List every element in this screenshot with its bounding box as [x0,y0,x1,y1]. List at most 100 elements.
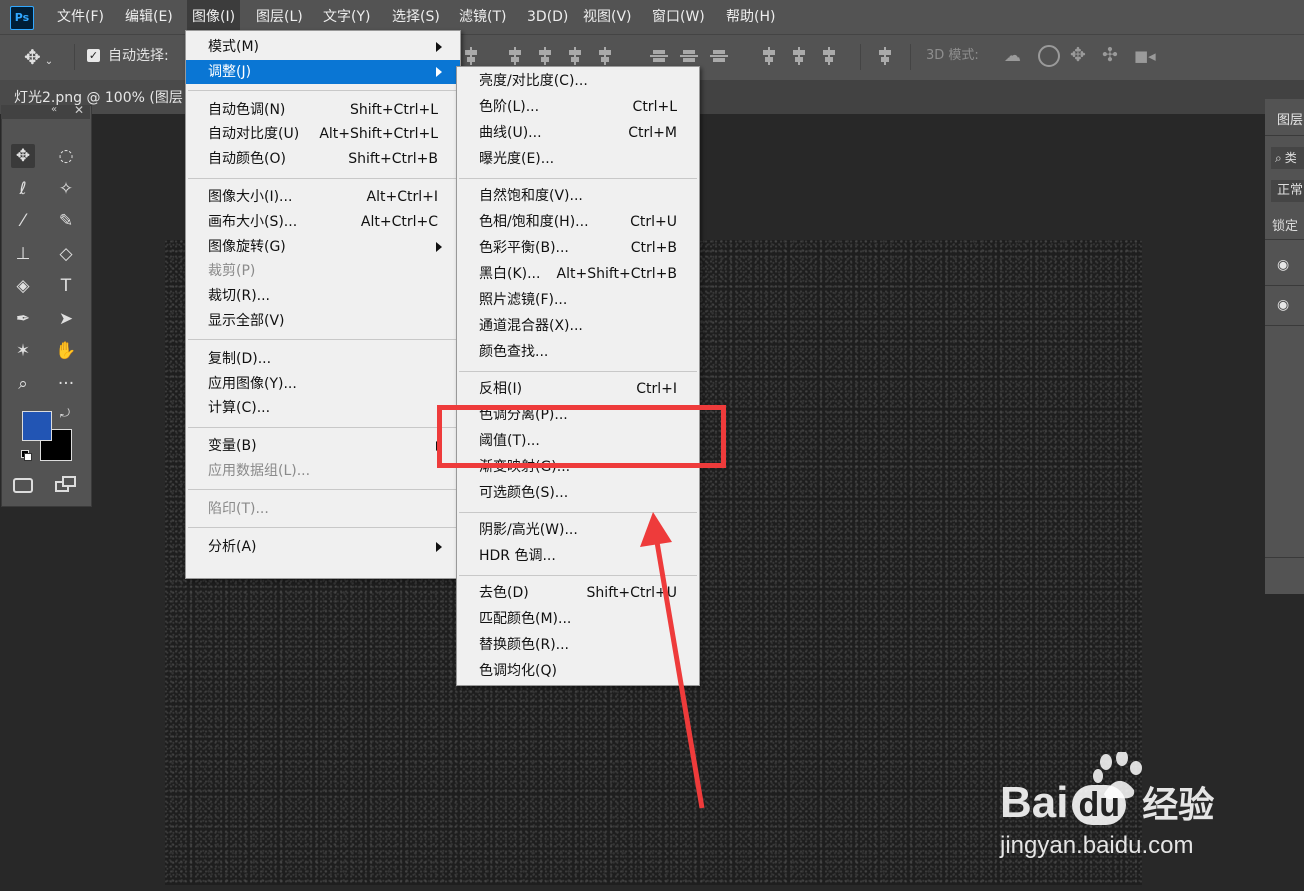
menu-item-label: 显示全部(V) [208,313,285,329]
3d-slide-icon[interactable]: ✣ [1102,44,1124,68]
stamp-tool-icon[interactable]: ⊥ [11,242,35,266]
swap-colors-icon[interactable]: ⤾ [60,406,70,421]
default-colors-icon[interactable] [21,450,32,461]
menu-item[interactable]: 图像(I) [187,0,241,34]
menu-item-label: 计算(C)... [208,400,271,417]
menu-item[interactable]: 亮度/对比度(C)... [479,69,677,93]
menu-item[interactable]: 帮助(H) [721,0,780,34]
watermark-url: jingyan.baidu.com [1000,832,1194,859]
menu-item[interactable]: 模式(M) [208,35,442,59]
magic-wand-tool-icon[interactable]: ✧ [54,177,78,201]
menu-item-label: 色阶(L)... [479,99,540,115]
menu-item[interactable]: 文字(Y) [318,0,375,34]
menu-separator [188,177,458,179]
path-select-tool-icon[interactable]: ➤ [54,307,78,331]
menu-item[interactable]: 图像旋转(G) [208,235,442,259]
menu-separator [188,489,458,491]
blend-mode-select[interactable]: 正常 [1271,180,1304,202]
tools-panel-header[interactable]: « ✕ [1,103,90,119]
menu-item[interactable]: 滤镜(T) [454,0,511,34]
marquee-tool-icon[interactable]: ◌ [54,144,78,168]
menu-item[interactable]: 色阶(L)... Ctrl+L [479,95,677,119]
menu-item[interactable]: 照片滤镜(F)... [479,288,677,312]
align-distribute-icon[interactable] [710,47,728,65]
submenu-arrow-icon [436,241,442,252]
menu-item[interactable]: 画布大小(S)... Alt+Ctrl+C [208,210,438,234]
3d-roll-icon[interactable] [1038,45,1060,67]
menu-item[interactable]: 分析(A) [208,535,442,559]
move-tool-preset-icon[interactable]: ✥ ⌄ [24,44,64,70]
pen-tool-icon[interactable]: ✒ [11,307,35,331]
align-distribute-icon[interactable] [462,47,480,65]
menu-separator [459,370,697,372]
quick-mask-icon[interactable] [13,478,33,493]
align-distribute-icon[interactable] [506,47,524,65]
menu-item[interactable]: 通道混合器(X)... [479,314,677,338]
menu-item[interactable]: 色彩平衡(B)... Ctrl+B [479,236,677,260]
menu-item[interactable]: 自动色调(N) Shift+Ctrl+L [208,98,438,122]
custom-shape-tool-icon[interactable]: ✶ [11,339,35,363]
layer-visibility-eye-icon[interactable]: ◉ [1277,297,1289,313]
align-distribute-icon[interactable] [876,47,894,65]
menu-item[interactable]: 图层(L) [251,0,308,34]
menu-item[interactable]: 窗口(W) [647,0,710,34]
menu-item[interactable]: 曲线(U)... Ctrl+M [479,121,677,145]
screen-mode-icon[interactable] [55,476,77,494]
menu-item[interactable]: 选择(S) [387,0,445,34]
menu-item[interactable]: 自动对比度(U) Alt+Shift+Ctrl+L [208,122,438,146]
menu-item[interactable]: 应用图像(Y)... [208,372,438,396]
menu-item[interactable]: 编辑(E) [120,0,178,34]
align-distribute-icon[interactable] [680,47,698,65]
menu-item[interactable]: 视图(V) [578,0,637,34]
brush-tool-icon[interactable]: ✎ [54,209,78,233]
menu-item[interactable]: 曝光度(E)... [479,147,677,171]
menu-item[interactable]: 裁切(R)... [208,284,438,308]
menu-item[interactable]: 自动颜色(O) Shift+Ctrl+B [208,147,438,171]
menu-item[interactable]: 显示全部(V) [208,309,438,333]
menu-item-label: 颜色查找... [479,344,549,360]
layers-panel-tab[interactable]: 图层 [1277,109,1303,128]
3d-pan-icon[interactable]: ✥ [1070,44,1092,68]
more-tools-icon[interactable]: ··· [54,372,78,396]
zoom-tool-icon[interactable]: ⌕ [11,372,35,396]
menu-item[interactable]: 3D(D) [522,0,573,34]
menu-item-label: 自然饱和度(V)... [479,188,583,204]
align-distribute-icon[interactable] [596,47,614,65]
menu-item[interactable]: 调整(J) [186,59,460,84]
align-distribute-icon[interactable] [760,47,778,65]
eraser-tool-icon[interactable]: ◇ [54,242,78,266]
align-distribute-icon[interactable] [820,47,838,65]
menu-item[interactable]: 自然饱和度(V)... [479,184,677,208]
menu-item[interactable]: 图像大小(I)... Alt+Ctrl+I [208,185,438,209]
auto-select-checkbox[interactable]: ✓ [87,49,100,62]
menu-item[interactable]: 黑白(K)... Alt+Shift+Ctrl+B [479,262,677,286]
move-tool-icon[interactable]: ✥ [11,144,35,168]
collapse-icon[interactable]: « [51,104,57,115]
align-distribute-icon[interactable] [790,47,808,65]
menu-item-label: HDR 色调... [479,548,556,564]
lasso-tool-icon[interactable]: ℓ [11,177,35,201]
paint-bucket-tool-icon[interactable]: ◈ [11,274,35,298]
menu-item[interactable]: 变量(B) [208,434,442,458]
layer-visibility-eye-icon[interactable]: ◉ [1277,257,1289,273]
layer-filter-field[interactable]: ⌕ 类 [1271,147,1304,169]
menu-item[interactable]: 文件(F) [52,0,109,34]
align-distribute-icon[interactable] [650,47,668,65]
menu-item[interactable]: 颜色查找... [479,340,677,364]
type-tool-icon[interactable]: T [54,274,78,298]
menu-item[interactable]: 复制(D)... [208,347,438,371]
close-icon[interactable]: ✕ [74,103,84,117]
menu-item-label: 裁剪(P) [208,263,256,280]
hand-tool-icon[interactable]: ✋ [54,339,78,363]
menu-item[interactable]: 计算(C)... [208,396,438,420]
3d-orbit-icon[interactable]: ☁ [1004,46,1028,68]
align-distribute-icon[interactable] [536,47,554,65]
watermark-brand: Bai du 经验 [1000,778,1214,828]
align-distribute-icon[interactable] [566,47,584,65]
foreground-color-swatch[interactable] [22,411,52,441]
menu-item[interactable]: 色相/饱和度(H)... Ctrl+U [479,210,677,234]
menu-item[interactable]: 反相(I) Ctrl+I [479,377,677,401]
3d-scale-icon[interactable]: ■◂ [1134,47,1158,67]
eyedropper-tool-icon[interactable]: ⁄ [11,209,35,233]
menu-item-label: 图像旋转(G) [208,238,286,255]
